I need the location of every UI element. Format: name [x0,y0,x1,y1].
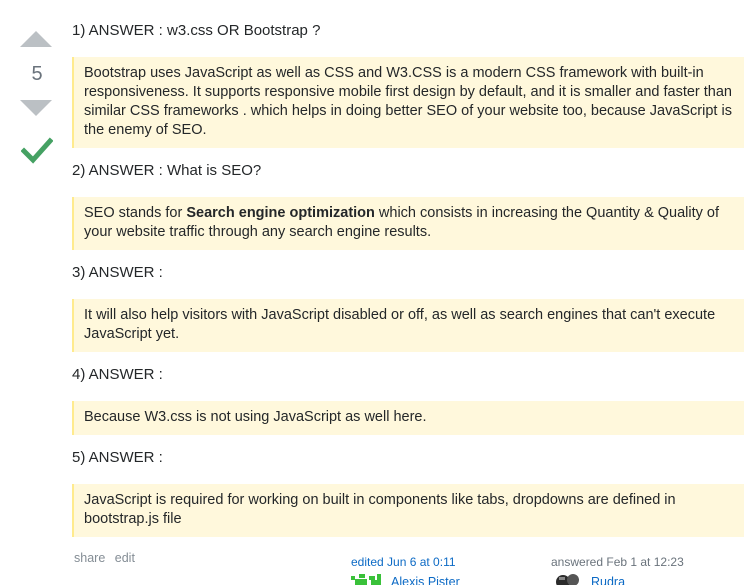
blockquote-text-3: It will also help visitors with JavaScri… [84,307,716,342]
edited-timestamp[interactable]: edited Jun 6 at 0:11 [351,555,456,569]
section-heading-5: 5) ANSWER : [72,449,163,466]
section-heading-2: 2) ANSWER : What is SEO? [72,162,262,179]
blockquote-text-1: Bootstrap uses JavaScript as well as CSS… [84,65,732,138]
post-menu: share edit [74,551,141,565]
blockquote-3: It will also help visitors with JavaScri… [72,299,744,352]
blockquote-text-4: Because W3.css is not using JavaScript a… [84,409,427,425]
blockquote-2: SEO stands for Search engine optimizatio… [72,197,744,250]
blockquote-text-2a: SEO stands for [84,205,187,221]
section-heading-1: 1) ANSWER : w3.css OR Bootstrap ? [72,22,321,39]
author-avatar-icon[interactable] [555,574,583,585]
editor-user-link[interactable]: Alexis Pister [391,575,460,585]
edit-link[interactable]: edit [115,551,135,565]
upvote-icon[interactable] [20,31,52,47]
blockquote-1: Bootstrap uses JavaScript as well as CSS… [72,57,744,148]
blockquote-bold-2: Search engine optimization [186,205,375,221]
accepted-checkmark-icon[interactable] [21,136,53,164]
section-heading-4: 4) ANSWER : [72,366,163,383]
blockquote-5: JavaScript is required for working on bu… [72,484,744,537]
vote-count: 5 [31,63,43,85]
blockquote-text-5: JavaScript is required for working on bu… [84,492,676,527]
author-user-link[interactable]: Rudra [591,575,625,585]
downvote-icon[interactable] [20,100,52,116]
share-link[interactable]: share [74,551,105,565]
answered-timestamp: answered Feb 1 at 12:23 [551,555,684,569]
section-heading-3: 3) ANSWER : [72,264,163,281]
blockquote-4: Because W3.css is not using JavaScript a… [72,401,744,435]
editor-avatar-icon[interactable] [351,574,383,585]
